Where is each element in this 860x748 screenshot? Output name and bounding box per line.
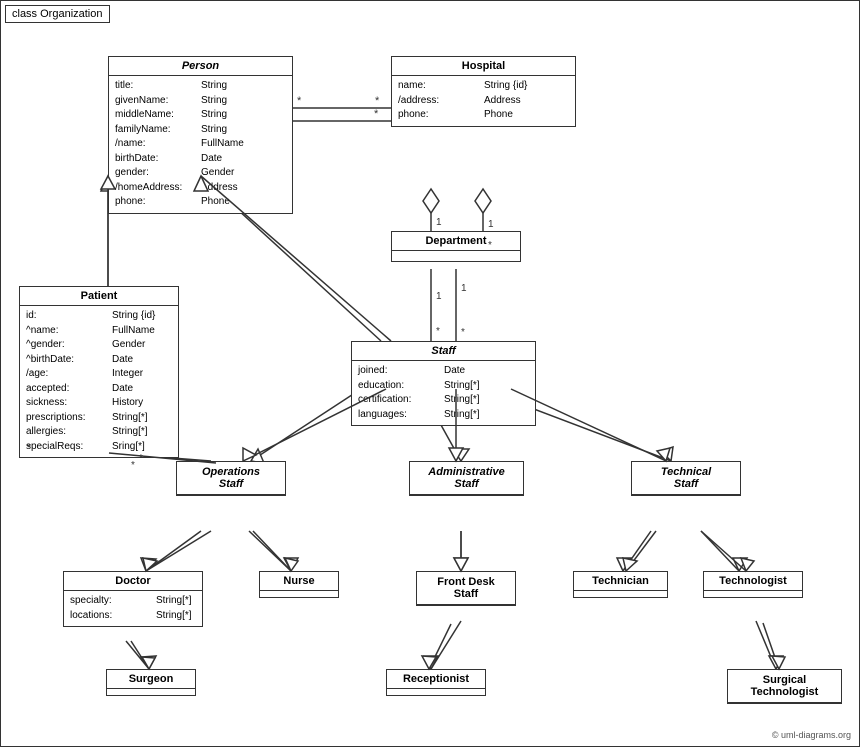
receptionist-header: Receptionist — [387, 670, 485, 689]
front-desk-staff-header: Front DeskStaff — [417, 572, 515, 605]
technologist-class: Technologist — [703, 571, 803, 598]
surgeon-body — [107, 689, 195, 695]
svg-text:1: 1 — [461, 283, 467, 294]
technologist-body — [704, 591, 802, 597]
svg-text:*: * — [374, 108, 379, 120]
operations-staff-class: OperationsStaff — [176, 461, 286, 496]
svg-text:1: 1 — [436, 291, 442, 302]
staff-body: joined:Date education:String[*] certific… — [352, 361, 535, 425]
department-body — [392, 251, 520, 261]
nurse-header: Nurse — [260, 572, 338, 591]
svg-text:*: * — [436, 326, 440, 337]
operations-staff-header: OperationsStaff — [177, 462, 285, 495]
svg-text:*: * — [131, 460, 135, 471]
staff-header: Staff — [352, 342, 535, 361]
doctor-body: specialty:String[*] locations:String[*] — [64, 591, 202, 626]
administrative-staff-header: AdministrativeStaff — [410, 462, 523, 495]
technologist-header: Technologist — [704, 572, 802, 591]
svg-text:*: * — [375, 95, 380, 107]
svg-text:*: * — [461, 327, 465, 338]
person-class: Person title:String givenName:String mid… — [108, 56, 293, 214]
staff-class: Staff joined:Date education:String[*] ce… — [351, 341, 536, 426]
doctor-class: Doctor specialty:String[*] locations:Str… — [63, 571, 203, 627]
nurse-class: Nurse — [259, 571, 339, 598]
technical-staff-class: TechnicalStaff — [631, 461, 741, 496]
hospital-body: name:String {id} /address:Address phone:… — [392, 76, 575, 126]
diagram: class Organization * * 1 * 1 * * — [0, 0, 860, 747]
receptionist-class: Receptionist — [386, 669, 486, 696]
hospital-header: Hospital — [392, 57, 575, 76]
surgeon-class: Surgeon — [106, 669, 196, 696]
surgical-technologist-class: SurgicalTechnologist — [727, 669, 842, 704]
diagram-label: class Organization — [5, 5, 110, 23]
svg-text:*: * — [297, 95, 302, 107]
technician-body — [574, 591, 667, 597]
person-body: title:String givenName:String middleName… — [109, 76, 292, 213]
nurse-body — [260, 591, 338, 597]
patient-body: id:String {id} ^name:FullName ^gender:Ge… — [20, 306, 178, 457]
department-header: Department — [392, 232, 520, 251]
technician-class: Technician — [573, 571, 668, 598]
receptionist-body — [387, 689, 485, 695]
department-class: Department — [391, 231, 521, 262]
technical-staff-header: TechnicalStaff — [632, 462, 740, 495]
person-header: Person — [109, 57, 292, 76]
doctor-header: Doctor — [64, 572, 202, 591]
administrative-staff-class: AdministrativeStaff — [409, 461, 524, 496]
front-desk-staff-class: Front DeskStaff — [416, 571, 516, 606]
svg-text:1: 1 — [488, 219, 494, 230]
copyright: © uml-diagrams.org — [772, 730, 851, 740]
surgeon-header: Surgeon — [107, 670, 195, 689]
patient-class: Patient id:String {id} ^name:FullName ^g… — [19, 286, 179, 458]
svg-text:1: 1 — [436, 217, 442, 228]
hospital-class: Hospital name:String {id} /address:Addre… — [391, 56, 576, 127]
technician-header: Technician — [574, 572, 667, 591]
patient-header: Patient — [20, 287, 178, 306]
surgical-technologist-header: SurgicalTechnologist — [728, 670, 841, 703]
